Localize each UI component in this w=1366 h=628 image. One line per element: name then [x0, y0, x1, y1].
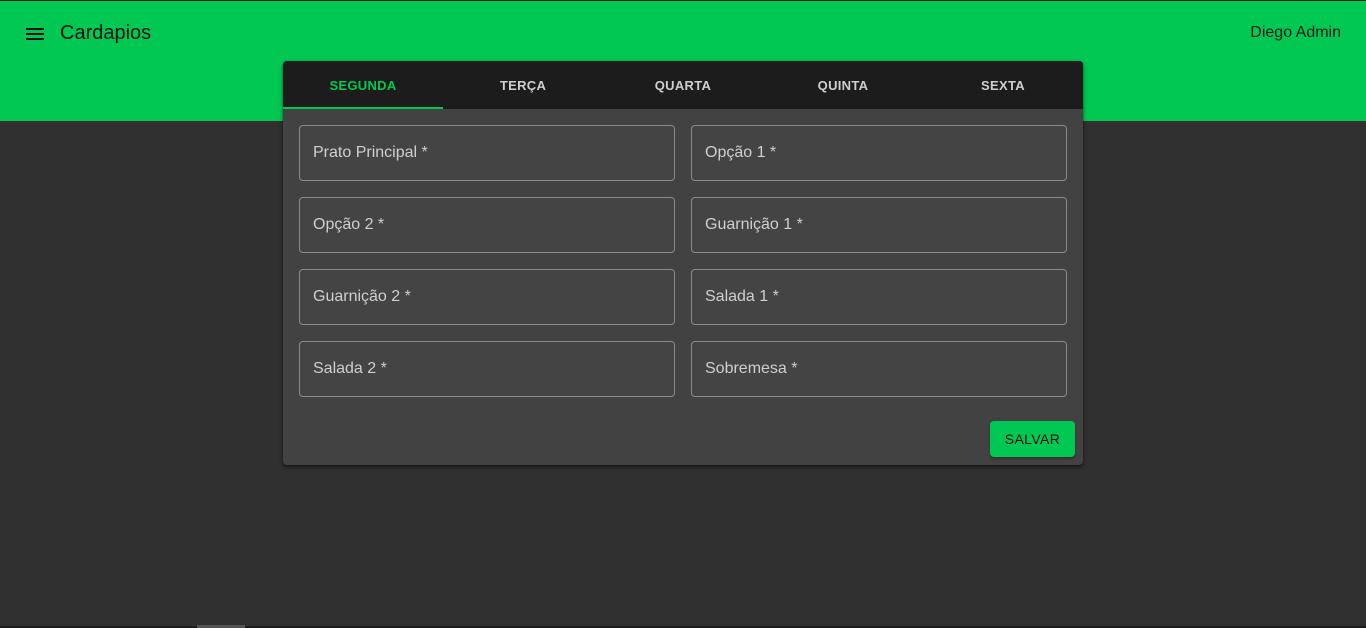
save-button[interactable]: SALVAR — [990, 421, 1075, 457]
day-tabs: SEGUNDA TERÇA QUARTA QUINTA SEXTA — [283, 61, 1083, 109]
guarnicao-1-field — [691, 197, 1067, 253]
menu-form — [299, 125, 1067, 397]
opcao-1-field — [691, 125, 1067, 181]
guarnicao-2-field — [299, 269, 675, 325]
menu-icon-line — [26, 33, 44, 35]
tab-sexta[interactable]: SEXTA — [923, 61, 1083, 109]
menu-icon[interactable] — [24, 23, 48, 45]
menu-card: SEGUNDA TERÇA QUARTA QUINTA SEXTA S — [283, 61, 1083, 465]
opcao-2-field — [299, 197, 675, 253]
guarnicao-2-input[interactable] — [300, 270, 674, 324]
sobremesa-field — [691, 341, 1067, 397]
opcao-2-input[interactable] — [300, 198, 674, 252]
salada-2-input[interactable] — [300, 342, 674, 396]
sobremesa-input[interactable] — [692, 342, 1066, 396]
salada-1-input[interactable] — [692, 270, 1066, 324]
tab-segunda[interactable]: SEGUNDA — [283, 61, 443, 109]
menu-icon-line — [26, 38, 44, 40]
opcao-1-input[interactable] — [692, 126, 1066, 180]
menu-icon-line — [26, 28, 44, 30]
guarnicao-1-input[interactable] — [692, 198, 1066, 252]
prato-principal-field — [299, 125, 675, 181]
tab-quarta[interactable]: QUARTA — [603, 61, 763, 109]
prato-principal-input[interactable] — [300, 126, 674, 180]
app-title: Cardapios — [60, 22, 152, 44]
salada-1-field — [691, 269, 1067, 325]
user-name[interactable]: Diego Admin — [1250, 23, 1341, 43]
tab-quinta[interactable]: QUINTA — [763, 61, 923, 109]
salada-2-field — [299, 341, 675, 397]
tab-terca[interactable]: TERÇA — [443, 61, 603, 109]
